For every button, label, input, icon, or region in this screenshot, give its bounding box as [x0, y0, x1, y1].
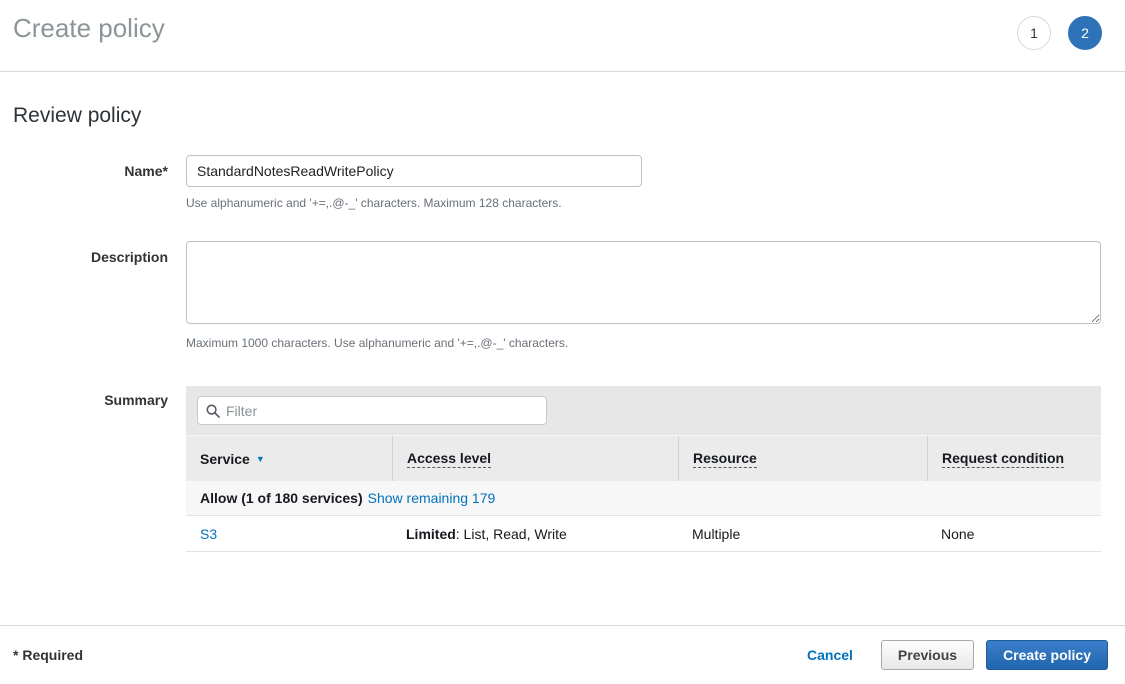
description-row: Description Maximum 1000 characters. Use…: [0, 241, 1125, 350]
page-title: Create policy: [13, 13, 165, 44]
step-2-indicator[interactable]: 2: [1068, 16, 1102, 50]
policy-name-input[interactable]: [186, 155, 642, 187]
table-row: S3 Limited: List, Read, Write Multiple N…: [186, 516, 1101, 552]
name-label: Name*: [0, 155, 168, 210]
previous-button[interactable]: Previous: [881, 640, 974, 670]
request-condition-cell: None: [927, 526, 1101, 542]
allow-group-label: Allow (1 of 180 services): [200, 490, 363, 506]
name-row: Name* Use alphanumeric and '+=,.@-_' cha…: [0, 155, 1125, 210]
summary-table: Service ▼ Access level Resource Request …: [186, 386, 1101, 552]
allow-group-row: Allow (1 of 180 services) Show remaining…: [186, 481, 1101, 516]
column-header-resource[interactable]: Resource: [678, 436, 927, 481]
summary-table-header: Service ▼ Access level Resource Request …: [186, 436, 1101, 481]
review-form: Name* Use alphanumeric and '+=,.@-_' cha…: [0, 155, 1125, 552]
footer-bar: * Required Cancel Previous Create policy: [0, 625, 1125, 684]
column-header-access-level[interactable]: Access level: [392, 436, 678, 481]
resource-cell: Multiple: [678, 526, 927, 542]
description-help-text: Maximum 1000 characters. Use alphanumeri…: [186, 336, 1125, 350]
review-policy-heading: Review policy: [13, 104, 1125, 128]
filter-input[interactable]: [226, 403, 538, 419]
summary-filter-bar: [186, 386, 1101, 436]
description-label: Description: [0, 241, 168, 350]
filter-search-box[interactable]: [197, 396, 547, 425]
required-note: * Required: [13, 647, 83, 663]
search-icon: [206, 404, 220, 418]
access-level-cell: Limited: List, Read, Write: [392, 526, 678, 542]
policy-description-textarea[interactable]: [186, 241, 1101, 324]
column-header-service[interactable]: Service ▼: [186, 436, 392, 481]
summary-row: Summary Ser: [0, 386, 1125, 552]
step-1-indicator[interactable]: 1: [1017, 16, 1051, 50]
create-policy-button[interactable]: Create policy: [986, 640, 1108, 670]
column-header-request-condition[interactable]: Request condition: [927, 436, 1101, 481]
page-header: Create policy 1 2: [0, 0, 1125, 72]
cancel-button[interactable]: Cancel: [807, 647, 853, 663]
service-s3-link[interactable]: S3: [200, 526, 217, 542]
name-help-text: Use alphanumeric and '+=,.@-_' character…: [186, 196, 1125, 210]
step-indicator: 1 2: [1017, 16, 1102, 50]
summary-label: Summary: [0, 386, 168, 552]
sort-caret-icon: ▼: [256, 454, 265, 464]
show-remaining-link[interactable]: Show remaining 179: [368, 490, 496, 506]
